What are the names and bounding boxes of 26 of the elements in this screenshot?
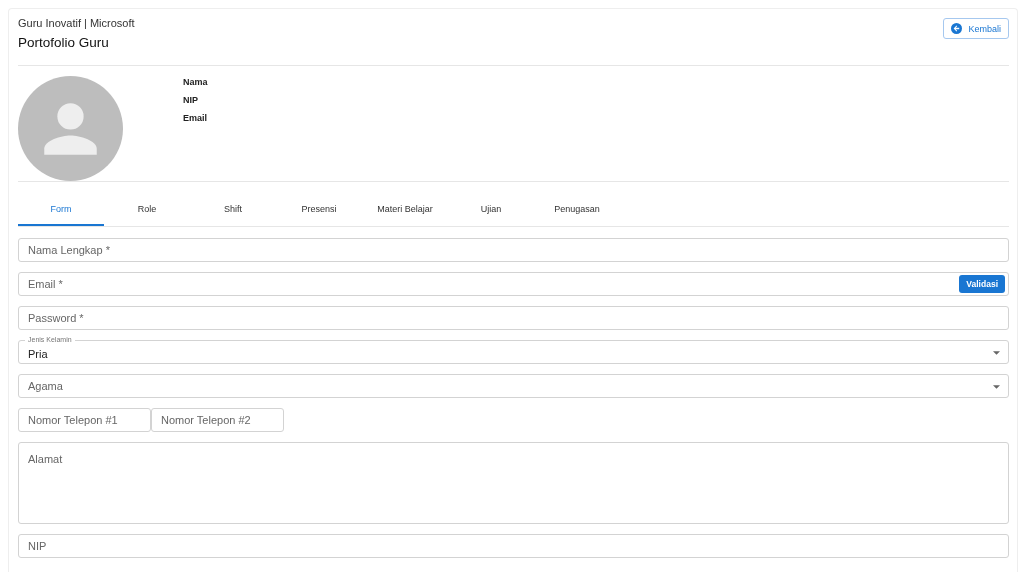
back-button[interactable]: Kembali xyxy=(943,18,1009,39)
profile-label: Nama xyxy=(183,77,208,87)
page-title: Portofolio Guru xyxy=(18,35,110,50)
tab[interactable]: Shift xyxy=(190,200,276,226)
profile-label: NIP xyxy=(183,95,199,105)
caret-icon xyxy=(993,385,1000,389)
tab[interactable]: Ujian xyxy=(448,200,534,226)
select-placeholder: Agama xyxy=(28,380,63,392)
tab[interactable]: Role xyxy=(104,200,190,226)
input-field[interactable]: NIP xyxy=(18,534,1009,558)
tab[interactable]: Form xyxy=(18,200,104,226)
tab[interactable]: Penugasan xyxy=(534,200,620,226)
tab[interactable]: Materi Belajar xyxy=(362,200,448,226)
input-field[interactable]: Password * xyxy=(18,306,1009,330)
textarea-field[interactable]: Alamat xyxy=(18,442,1009,524)
tab[interactable]: Presensi xyxy=(276,200,362,226)
app-subtitle: Guru Inovatif | Microsoft xyxy=(18,17,135,29)
input-field[interactable]: Nomor Telepon #2 xyxy=(151,408,284,432)
caret-icon xyxy=(993,351,1000,355)
profile-label: Email xyxy=(183,113,208,123)
validate-button[interactable]: Validasi xyxy=(959,275,1005,293)
input-field[interactable]: Nomor Telepon #1 xyxy=(18,408,151,432)
select-field[interactable]: Agama xyxy=(18,374,1009,398)
back-arrow-icon xyxy=(951,23,963,34)
select-value: Pria xyxy=(28,347,48,360)
input-field[interactable]: Nama Lengkap * xyxy=(18,238,1009,262)
